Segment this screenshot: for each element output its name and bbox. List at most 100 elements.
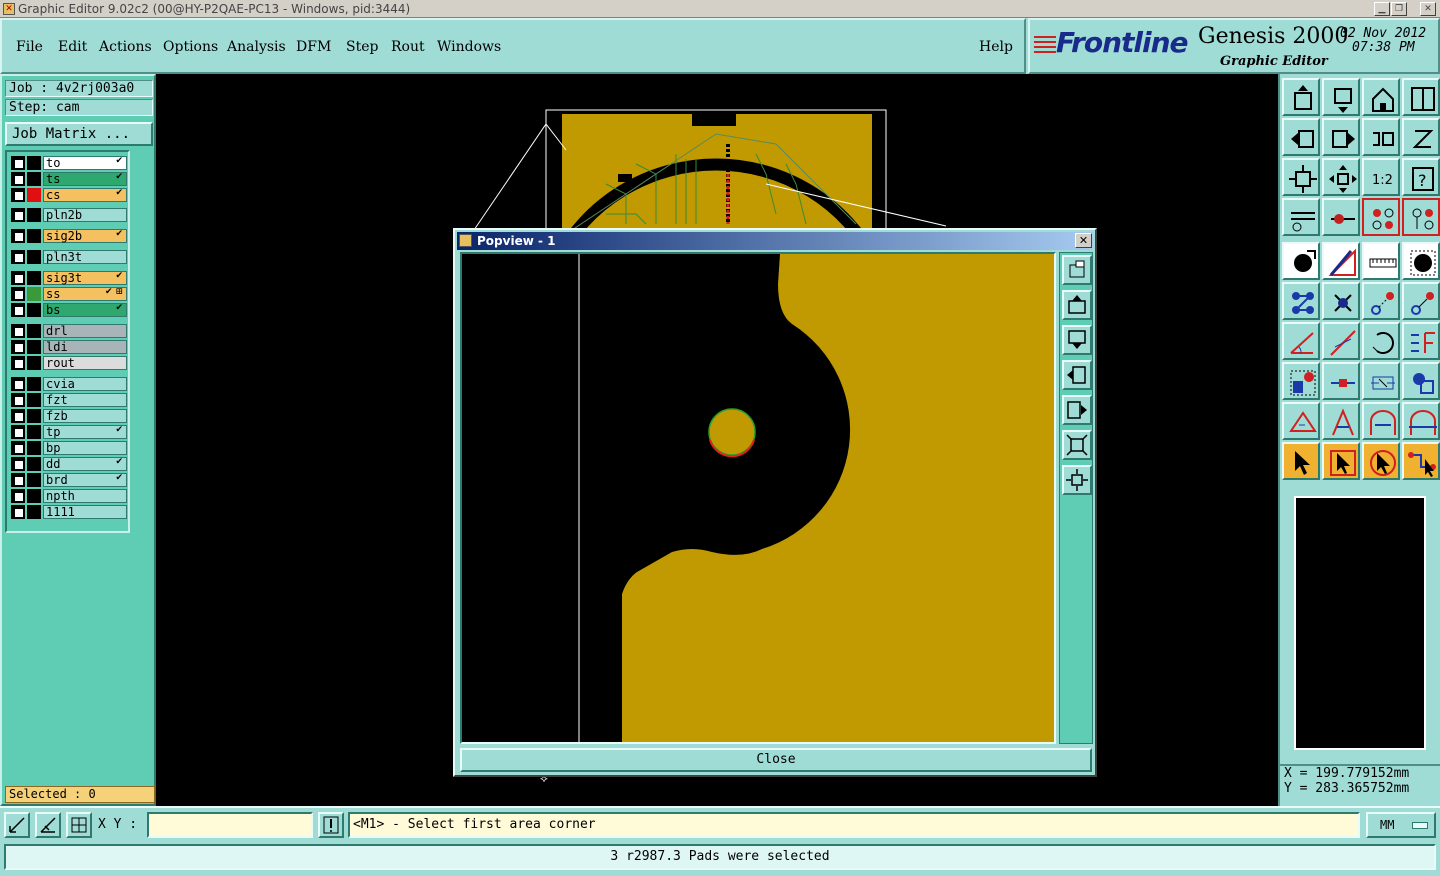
layer-row-ts[interactable]: ts ✔ [9,172,127,186]
layer-color-swatch[interactable] [27,250,41,264]
layer-row-pln2b[interactable]: pln2b [9,208,127,222]
arch-red-icon[interactable] [1402,402,1440,440]
layer-color-swatch[interactable] [27,287,41,301]
home-icon[interactable] [1362,78,1400,116]
angle-mode-icon[interactable] [35,812,61,838]
pv-pan-up-icon[interactable] [1062,290,1092,320]
pointer-route-icon[interactable] [1402,442,1440,480]
feature-icon[interactable] [1402,242,1440,280]
overview-preview[interactable] [1294,496,1426,750]
layer-checkbox[interactable] [11,250,25,264]
layer-checkbox[interactable] [11,208,25,222]
layer-row-rout[interactable]: rout [9,356,127,370]
units-selector[interactable]: MM [1366,812,1436,838]
layer-color-swatch[interactable] [27,172,41,186]
layer-checkbox[interactable] [11,271,25,285]
window-icon[interactable] [1402,78,1440,116]
layer-row-sig2b[interactable]: sig2b ✔ [9,229,127,243]
layer-color-swatch[interactable] [27,457,41,471]
menu-actions[interactable]: Actions [99,39,152,55]
layer-checkbox[interactable] [11,303,25,317]
layer-checkbox[interactable] [11,409,25,423]
layer-row-cvia[interactable]: cvia [9,377,127,391]
pan-right-icon[interactable] [1322,118,1360,156]
popview-close-icon[interactable]: ✕ [1075,233,1092,248]
zoom-1to2-icon[interactable]: 1:2 [1362,158,1400,196]
pan-left-icon[interactable] [1282,118,1320,156]
copy-icon[interactable] [1402,282,1440,320]
layer-name[interactable]: sig3t [43,271,127,285]
angle-icon[interactable] [1282,322,1320,360]
layer-row-brd[interactable]: brd ✔ [9,473,127,487]
pv-zoom-fit-icon[interactable] [1062,430,1092,460]
restore-button[interactable]: ❐ [1391,2,1407,16]
snap-mode-icon[interactable] [4,812,30,838]
line-icon[interactable] [1322,322,1360,360]
arc-icon[interactable] [1362,322,1400,360]
layer-name[interactable]: dd [43,457,127,471]
layer-name[interactable]: fzt [43,393,127,407]
redo-icon[interactable] [1402,118,1440,156]
move-icon[interactable] [1362,282,1400,320]
popview-canvas[interactable] [460,252,1056,744]
exclamation-icon[interactable] [318,812,344,838]
help-query-icon[interactable]: ? [1402,158,1440,196]
layer-color-swatch[interactable] [27,208,41,222]
layer-net-icon[interactable] [1362,198,1400,236]
popview-close-button[interactable]: Close [460,748,1092,772]
layer-row-drl[interactable]: drl [9,324,127,338]
layer-name[interactable]: 1111 [43,505,127,519]
arch-icon[interactable] [1362,402,1400,440]
save-icon[interactable] [1322,78,1360,116]
pointer-select-icon[interactable] [1362,442,1400,480]
zoom-fit-icon[interactable] [1282,158,1320,196]
pv-pan-right-icon[interactable] [1062,395,1092,425]
layer-row-pln3t[interactable]: pln3t [9,250,127,264]
add-line-icon[interactable] [1322,242,1360,280]
measure-distance-icon[interactable] [1362,362,1400,400]
layer-color-swatch[interactable] [27,505,41,519]
flip-icon[interactable] [1402,322,1440,360]
layer-checkbox[interactable] [11,156,25,170]
layer-row-fzb[interactable]: fzb [9,409,127,423]
layer-name[interactable]: drl [43,324,127,338]
layer-checkbox[interactable] [11,473,25,487]
connect-icon[interactable] [1282,282,1320,320]
layer-color-swatch[interactable] [27,393,41,407]
layer-name[interactable]: fzb [43,409,127,423]
select-icon[interactable] [1282,362,1320,400]
layer-row-npth[interactable]: npth [9,489,127,503]
layer-color-swatch[interactable] [27,303,41,317]
layer-checkbox[interactable] [11,324,25,338]
layer-color-swatch[interactable] [27,441,41,455]
close-window-button[interactable]: ✕ [1420,2,1436,16]
layer-color-swatch[interactable] [27,271,41,285]
open-job-icon[interactable] [1282,78,1320,116]
triangle-icon[interactable] [1282,402,1320,440]
line-edit-icon[interactable] [1322,362,1360,400]
layer-name[interactable]: bp [43,441,127,455]
zoom-center-icon[interactable] [1322,158,1360,196]
layer-name[interactable]: brd [43,473,127,487]
layer-color-swatch[interactable] [27,356,41,370]
pv-pan-down-icon[interactable] [1062,325,1092,355]
menu-help[interactable]: Help [979,39,1013,55]
pv-zoom-out-icon[interactable] [1062,465,1092,495]
layer-checkbox[interactable] [11,229,25,243]
layer-name[interactable]: npth [43,489,127,503]
layer-row-tp[interactable]: tp ✔ [9,425,127,439]
layer-color-swatch[interactable] [27,377,41,391]
layer-row-1111[interactable]: 1111 [9,505,127,519]
layer-name[interactable]: ldi [43,340,127,354]
menu-options[interactable]: Options [163,39,218,55]
layer-name[interactable]: cvia [43,377,127,391]
menu-file[interactable]: File [16,39,43,55]
layer-row-bp[interactable]: bp [9,441,127,455]
pv-pan-left-icon[interactable] [1062,360,1092,390]
menu-step[interactable]: Step [346,39,378,55]
layer-row-sig3t[interactable]: sig3t ✔ [9,271,127,285]
layer-row-fzt[interactable]: fzt [9,393,127,407]
layer-color-swatch[interactable] [27,229,41,243]
add-pad-icon[interactable] [1282,242,1320,280]
layer-checkbox[interactable] [11,425,25,439]
